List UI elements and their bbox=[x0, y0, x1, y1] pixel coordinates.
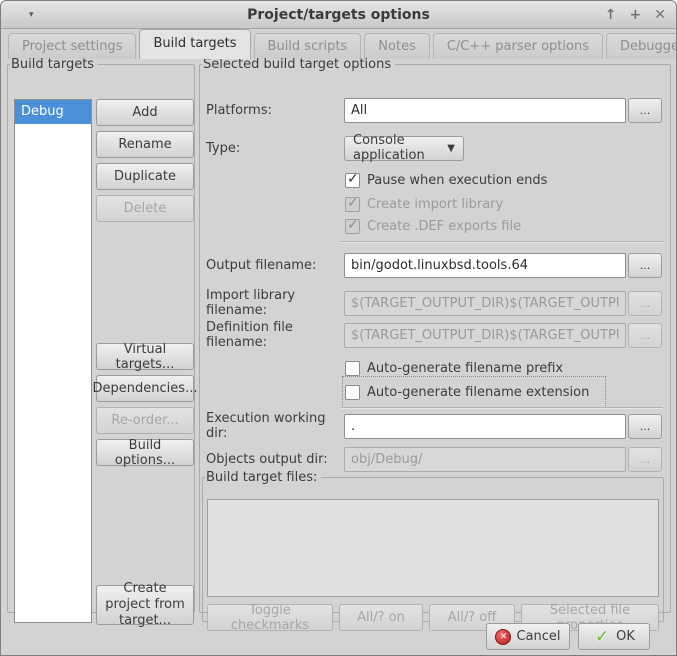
build-targets-group-label: Build targets bbox=[10, 57, 98, 72]
project-targets-options-dialog: ▾ Project/targets options ↑ + ✕ Project … bbox=[0, 0, 677, 656]
tab-build-targets[interactable]: Build targets bbox=[139, 29, 250, 59]
auto-generate-extension-checkbox[interactable] bbox=[345, 385, 360, 400]
close-icon[interactable]: ✕ bbox=[654, 7, 666, 23]
create-import-library-checkbox bbox=[345, 197, 360, 212]
type-dropdown-value: Console application bbox=[353, 133, 439, 163]
tab-cpp-parser-options[interactable]: C/C++ parser options bbox=[433, 33, 603, 59]
chevron-down-icon: ▼ bbox=[447, 143, 455, 154]
tab-build-scripts[interactable]: Build scripts bbox=[254, 33, 362, 59]
objects-output-dir-browse-button: ... bbox=[628, 447, 662, 472]
build-target-files-list[interactable] bbox=[207, 499, 659, 597]
execution-working-dir-row: Execution working dir: ... bbox=[206, 413, 666, 439]
build-target-files-group: Build target files: Toggle checkmarks Al… bbox=[202, 470, 664, 622]
create-import-library-label: Create import library bbox=[367, 197, 503, 212]
auto-generate-prefix-label: Auto-generate filename prefix bbox=[367, 361, 563, 376]
all-on-button: All/? on bbox=[339, 604, 423, 631]
separator bbox=[341, 241, 663, 243]
auto-generate-extension-row: Auto-generate filename extension bbox=[345, 379, 603, 405]
output-filename-browse-button[interactable]: ... bbox=[628, 253, 662, 278]
import-library-browse-button: ... bbox=[628, 291, 662, 316]
window-title: Project/targets options bbox=[1, 1, 676, 29]
tab-bar: Project settings Build targets Build scr… bbox=[1, 29, 676, 59]
definition-file-filename-input bbox=[344, 323, 626, 348]
target-list[interactable]: Debug bbox=[14, 99, 92, 623]
objects-output-dir-label: Objects output dir: bbox=[206, 452, 344, 467]
duplicate-button[interactable]: Duplicate bbox=[96, 163, 194, 190]
auto-generate-extension-label: Auto-generate filename extension bbox=[367, 385, 589, 400]
tab-debugger[interactable]: Debugger bbox=[606, 33, 677, 59]
type-label: Type: bbox=[206, 141, 344, 156]
platforms-input[interactable] bbox=[344, 98, 626, 123]
import-library-filename-label: Import library filename: bbox=[206, 288, 344, 318]
execution-working-dir-browse-button[interactable]: ... bbox=[628, 414, 662, 439]
build-targets-group: Build targets Debug Add Rename Duplicate… bbox=[7, 57, 195, 613]
separator bbox=[341, 407, 663, 409]
create-def-exports-checkbox bbox=[345, 219, 360, 234]
cancel-button[interactable]: Cancel bbox=[486, 623, 570, 650]
target-list-item-debug[interactable]: Debug bbox=[15, 100, 91, 124]
auto-generate-prefix-row: Auto-generate filename prefix bbox=[345, 355, 666, 381]
definition-file-browse-button: ... bbox=[628, 323, 662, 348]
platforms-browse-button[interactable]: ... bbox=[628, 98, 662, 123]
definition-file-filename-row: Definition file filename: ... bbox=[206, 322, 666, 348]
selected-build-target-options-group: Selected build target options Platforms:… bbox=[199, 57, 671, 613]
pause-when-execution-ends-row: Pause when execution ends bbox=[345, 167, 666, 193]
output-filename-input[interactable] bbox=[344, 253, 626, 278]
dependencies-button[interactable]: Dependencies... bbox=[96, 375, 194, 402]
reorder-button: Re-order... bbox=[96, 407, 194, 434]
ok-icon bbox=[593, 628, 611, 646]
add-button[interactable]: Add bbox=[96, 99, 194, 126]
cancel-button-label: Cancel bbox=[516, 629, 560, 644]
execution-working-dir-input[interactable] bbox=[344, 414, 626, 439]
auto-generate-prefix-checkbox[interactable] bbox=[345, 361, 360, 376]
type-dropdown[interactable]: Console application ▼ bbox=[344, 136, 464, 161]
delete-button: Delete bbox=[96, 195, 194, 222]
titlebar: ▾ Project/targets options ↑ + ✕ bbox=[1, 1, 676, 29]
rename-button[interactable]: Rename bbox=[96, 131, 194, 158]
shade-up-icon[interactable]: ↑ bbox=[605, 7, 617, 23]
type-row: Type: Console application ▼ bbox=[206, 135, 666, 161]
execution-working-dir-label: Execution working dir: bbox=[206, 411, 344, 441]
tab-notes[interactable]: Notes bbox=[364, 33, 430, 59]
output-filename-row: Output filename: ... bbox=[206, 252, 666, 278]
tab-project-settings[interactable]: Project settings bbox=[8, 33, 136, 59]
create-project-from-target-button[interactable]: Create project from target... bbox=[96, 585, 194, 625]
import-library-filename-input bbox=[344, 291, 626, 316]
toggle-checkmarks-button: Toggle checkmarks bbox=[207, 604, 333, 631]
selected-options-group-label: Selected build target options bbox=[202, 57, 395, 72]
import-library-filename-row: Import library filename: ... bbox=[206, 290, 666, 316]
pause-checkbox-label: Pause when execution ends bbox=[367, 173, 547, 188]
create-def-exports-label: Create .DEF exports file bbox=[367, 219, 521, 234]
output-filename-label: Output filename: bbox=[206, 258, 344, 273]
build-target-files-label: Build target files: bbox=[205, 470, 321, 485]
ok-button-label: OK bbox=[616, 629, 635, 644]
maximize-icon[interactable]: + bbox=[630, 7, 642, 23]
pause-checkbox[interactable] bbox=[345, 173, 360, 188]
definition-file-filename-label: Definition file filename: bbox=[206, 320, 344, 350]
build-options-button[interactable]: Build options... bbox=[96, 439, 194, 466]
platforms-row: Platforms: ... bbox=[206, 97, 666, 123]
objects-output-dir-row: Objects output dir: ... bbox=[206, 446, 666, 472]
cancel-icon bbox=[495, 629, 511, 645]
virtual-targets-button[interactable]: Virtual targets... bbox=[96, 343, 194, 370]
create-def-exports-row: Create .DEF exports file bbox=[345, 213, 666, 239]
objects-output-dir-input bbox=[344, 447, 626, 472]
ok-button[interactable]: OK bbox=[578, 623, 650, 650]
platforms-label: Platforms: bbox=[206, 103, 344, 118]
